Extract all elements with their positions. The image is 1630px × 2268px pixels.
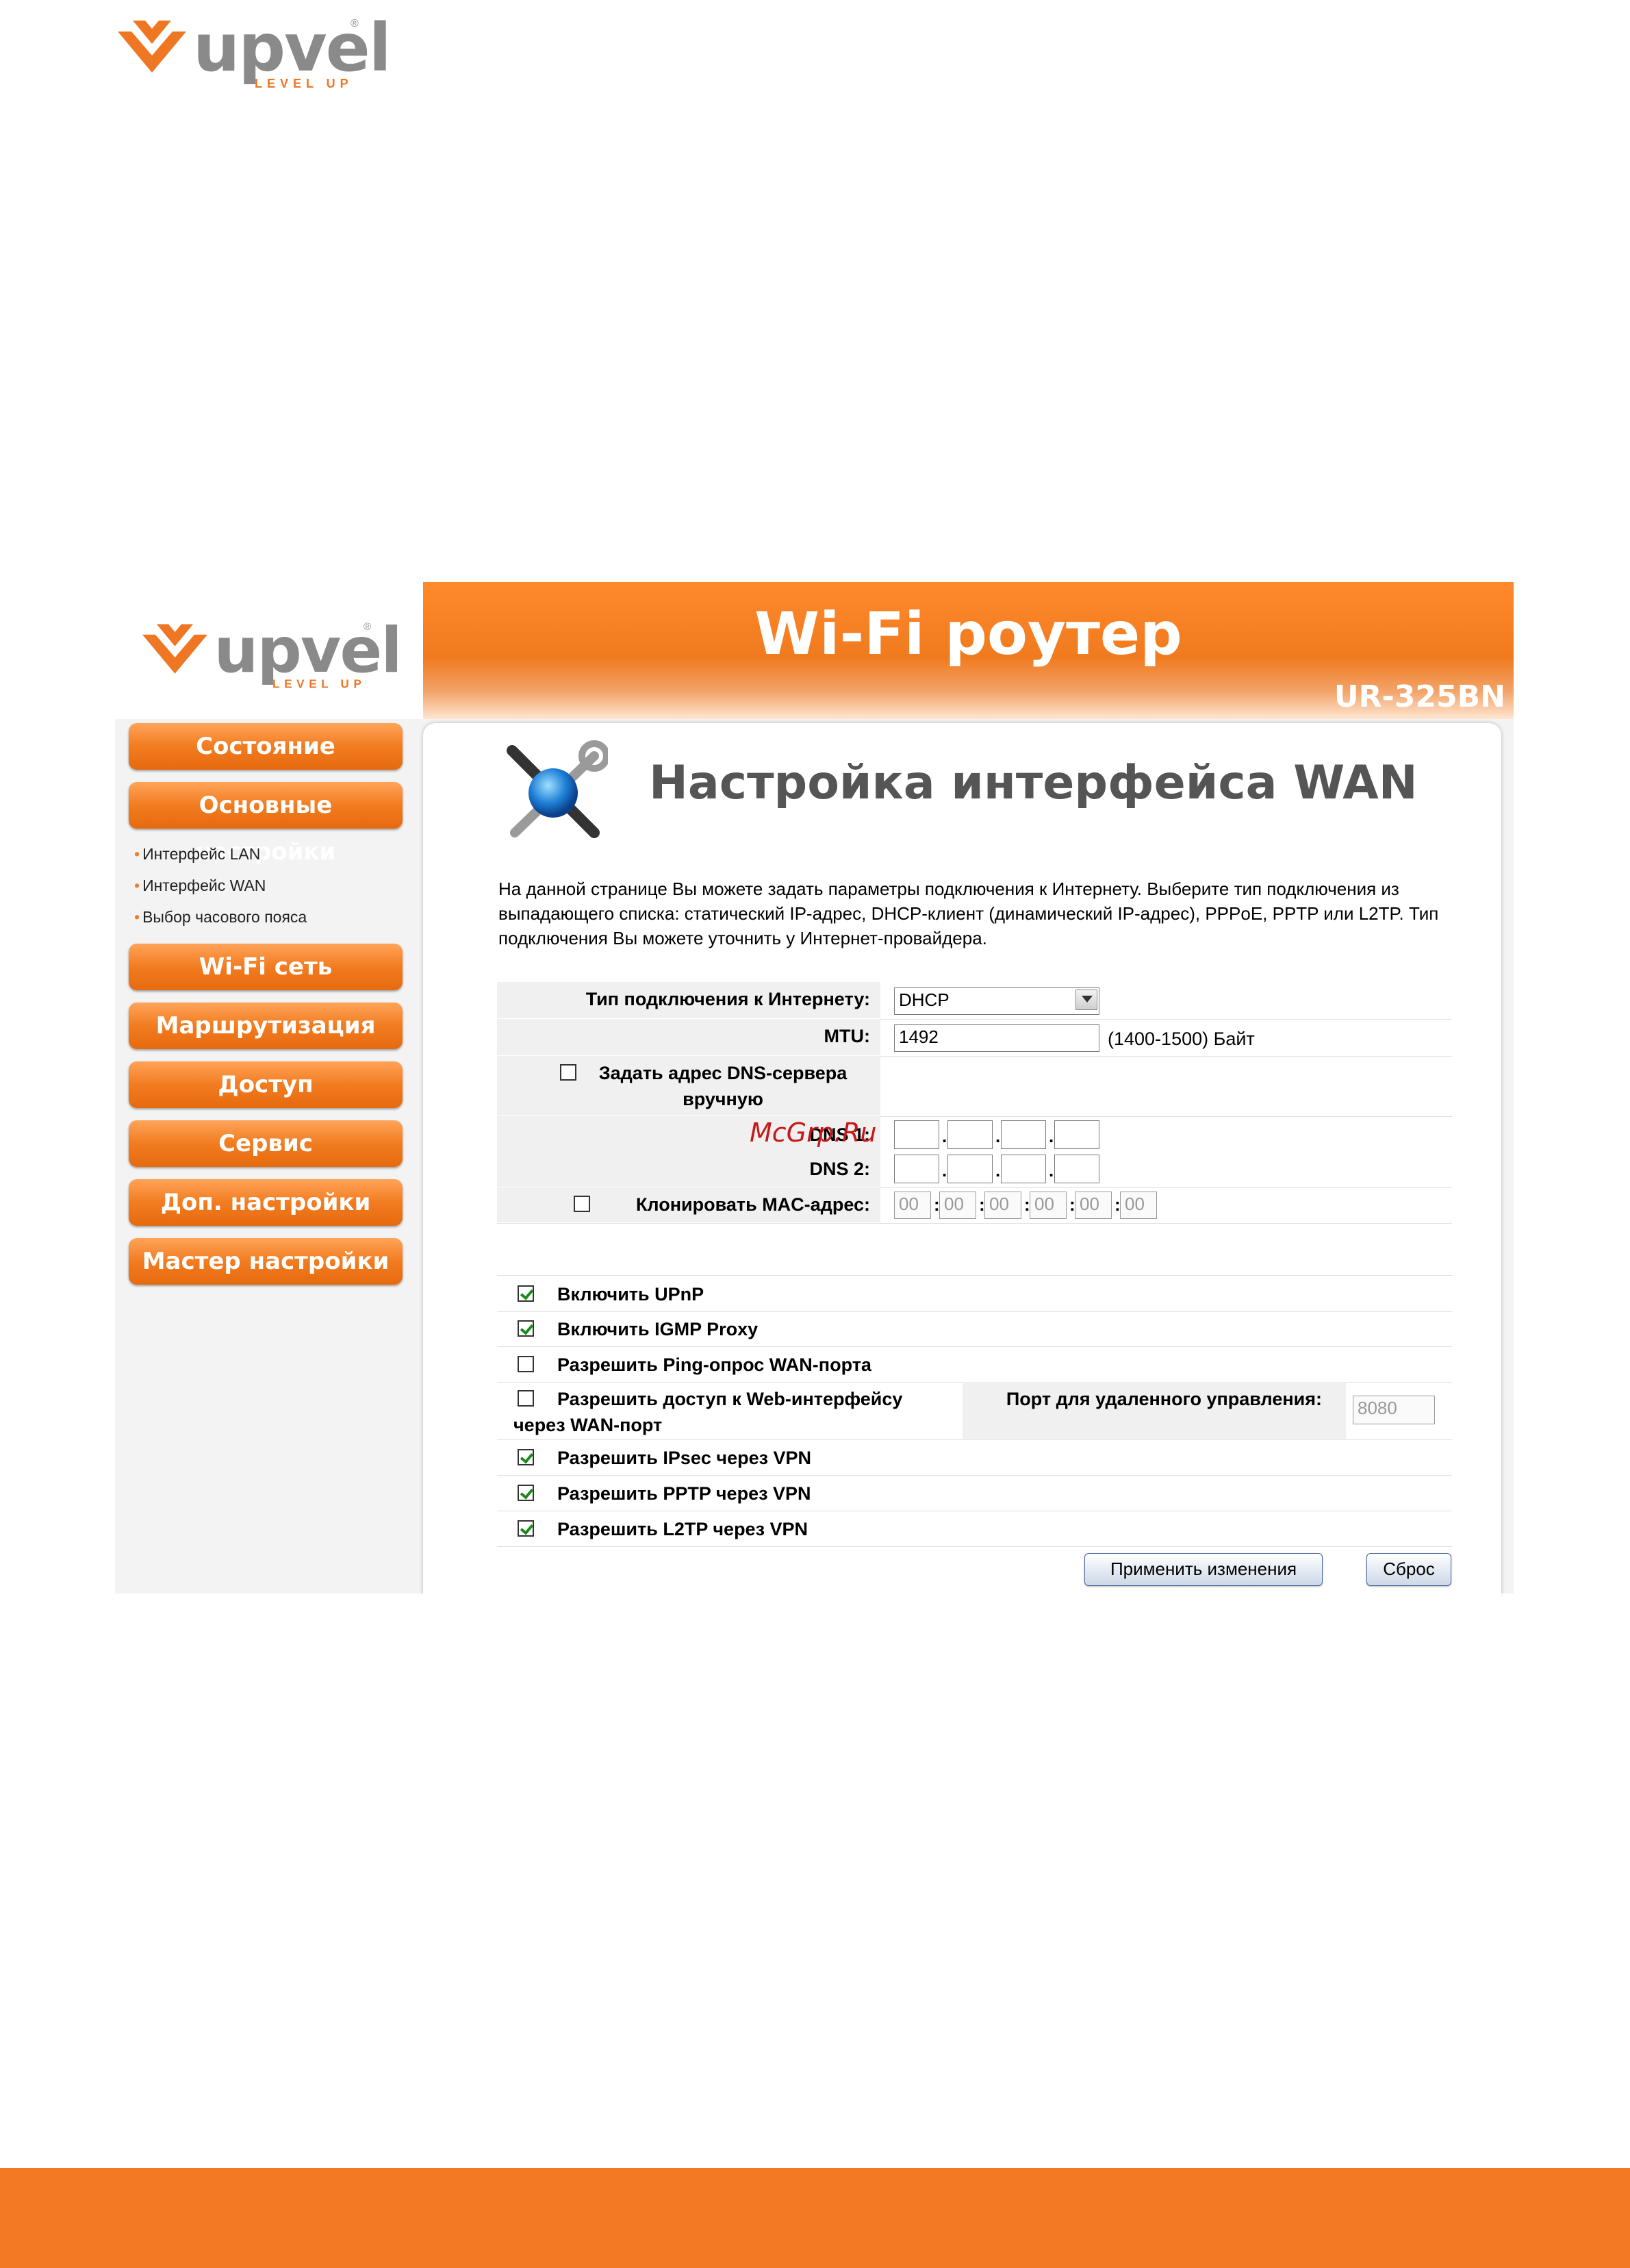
page-description: На данной странице Вы можете задать пара… bbox=[498, 879, 1439, 948]
header-model: UR-325BN bbox=[1334, 679, 1505, 714]
option-label: Разрешить доступ к Web-интерфейсу через … bbox=[513, 1389, 903, 1435]
nav-access[interactable]: Доступ bbox=[129, 1061, 403, 1108]
chevron-down-icon[interactable] bbox=[1075, 990, 1097, 1010]
option-label: Включить UPnP bbox=[557, 1284, 704, 1305]
logo-wordmark: upvel bbox=[193, 10, 392, 86]
footer-bar bbox=[0, 2168, 1630, 2268]
header-banner: Wi-Fi роутер UR-325BN bbox=[423, 582, 1514, 719]
option-row-web-access: Разрешить доступ к Web-интерфейсу через … bbox=[497, 1382, 1452, 1440]
mtu-label: MTU: bbox=[824, 1026, 870, 1046]
clone-mac-label: Клонировать MAC-адрес: bbox=[635, 1194, 870, 1215]
dns-manual-checkbox[interactable] bbox=[560, 1064, 576, 1081]
upvel-chevron-icon bbox=[118, 21, 186, 73]
header-upvel-logo: upvel ® LEVEL UP bbox=[142, 614, 403, 691]
dns-manual-label: Задать адрес DNS-сервера вручную bbox=[598, 1063, 848, 1109]
ipsec-vpn-checkbox[interactable] bbox=[518, 1449, 534, 1465]
nav-basic-settings[interactable]: Основные настройки bbox=[129, 782, 403, 866]
option-label: Разрешить IPsec через VPN bbox=[557, 1448, 812, 1468]
pptp-vpn-checkbox[interactable] bbox=[518, 1485, 534, 1501]
reset-button[interactable]: Сброс bbox=[1366, 1553, 1451, 1586]
igmp-proxy-checkbox[interactable] bbox=[518, 1320, 534, 1337]
connection-type-label: Тип подключения к Интернету: bbox=[585, 989, 870, 1009]
row-clone-mac: Клонировать MAC-адрес: 00 : 00 : 00 : 00… bbox=[497, 1187, 1452, 1224]
dns2-octet-2[interactable] bbox=[947, 1155, 993, 1183]
dns2-label: DNS 2: bbox=[809, 1159, 870, 1179]
option-row: Включить UPnP bbox=[497, 1275, 1452, 1312]
option-label: Разрешить PPTP через VPN bbox=[557, 1483, 811, 1504]
nav-advanced[interactable]: Доп. настройки bbox=[129, 1179, 403, 1226]
option-label: Разрешить L2TP через VPN bbox=[557, 1519, 808, 1539]
page-title: Настройка интерфейса WAN bbox=[649, 756, 1418, 810]
remote-port-input[interactable]: 8080 bbox=[1353, 1396, 1435, 1424]
connection-type-select[interactable]: DHCP bbox=[894, 987, 1099, 1015]
main-panel: Настройка интерфейса WAN На данной стран… bbox=[423, 723, 1501, 1593]
dns2-octet-4[interactable] bbox=[1054, 1155, 1099, 1183]
option-label: Разрешить Ping-опрос WAN-порта bbox=[557, 1354, 871, 1375]
option-row: Включить IGMP Proxy bbox=[497, 1311, 1452, 1347]
ping-wan-checkbox[interactable] bbox=[518, 1356, 534, 1372]
dns2-octet-1[interactable] bbox=[894, 1155, 939, 1183]
dns1-octet-2[interactable] bbox=[947, 1120, 993, 1149]
tools-globe-icon bbox=[507, 740, 608, 838]
header-logo-area: upvel ® LEVEL UP bbox=[115, 582, 423, 719]
upvel-logo: upvel ® LEVEL UP bbox=[118, 10, 392, 90]
router-ui-screenshot: upvel ® LEVEL UP Wi-Fi роутер UR-325BN С… bbox=[115, 582, 1514, 1593]
mac-octet-4[interactable]: 00 bbox=[1030, 1192, 1067, 1219]
row-dns-manual: Задать адрес DNS-сервера вручную bbox=[497, 1056, 1452, 1117]
row-dns1: DNS 1: . . . bbox=[497, 1116, 1452, 1152]
nav-sub-lan[interactable]: • Интерфейс LAN bbox=[134, 845, 260, 864]
option-label: Включить IGMP Proxy bbox=[557, 1319, 759, 1339]
option-row: Разрешить Ping-опрос WAN-порта bbox=[497, 1346, 1452, 1383]
dns1-octet-4[interactable] bbox=[1054, 1120, 1099, 1149]
nav-sub-wan[interactable]: • Интерфейс WAN bbox=[134, 877, 266, 895]
mac-octet-1[interactable]: 00 bbox=[894, 1192, 931, 1219]
logo-wordmark: upvel bbox=[214, 614, 403, 687]
header-title: Wi-Fi роутер bbox=[754, 600, 1182, 668]
mac-octet-5[interactable]: 00 bbox=[1075, 1192, 1112, 1219]
option-row: Разрешить L2TP через VPN bbox=[497, 1511, 1452, 1547]
mtu-input[interactable]: 1492 bbox=[894, 1024, 1099, 1052]
l2tp-vpn-checkbox[interactable] bbox=[518, 1520, 534, 1537]
option-row: Разрешить PPTP через VPN bbox=[497, 1475, 1452, 1511]
dns1-octet-3[interactable] bbox=[1001, 1120, 1046, 1149]
dns1-octet-1[interactable] bbox=[894, 1120, 939, 1149]
mtu-hint: (1400-1500) Байт bbox=[1108, 1029, 1255, 1049]
option-row: Разрешить IPsec через VPN bbox=[497, 1439, 1452, 1476]
logo-registered-mark: ® bbox=[351, 18, 359, 29]
upnp-checkbox[interactable] bbox=[518, 1285, 534, 1302]
nav-routing[interactable]: Маршрутизация bbox=[129, 1003, 403, 1049]
watermark: McGrp.Ru bbox=[750, 1118, 877, 1148]
nav-wizard[interactable]: Мастер настройки bbox=[129, 1238, 403, 1285]
dns2-octet-3[interactable] bbox=[1001, 1155, 1046, 1183]
upvel-chevron-icon bbox=[142, 624, 207, 674]
row-mtu: MTU: 1492 (1400-1500) Байт bbox=[497, 1019, 1452, 1057]
clone-mac-checkbox[interactable] bbox=[574, 1196, 590, 1212]
mac-octet-3[interactable]: 00 bbox=[984, 1192, 1021, 1219]
nav-status[interactable]: Состояние bbox=[129, 723, 403, 770]
logo-tagline: LEVEL UP bbox=[272, 677, 366, 691]
remote-port-label: Порт для удаленного управления: bbox=[1006, 1389, 1322, 1409]
logo-tagline: LEVEL UP bbox=[255, 77, 353, 90]
nav-sub-timezone[interactable]: • Выбор часового пояса bbox=[134, 908, 307, 927]
nav-wifi[interactable]: Wi-Fi сеть bbox=[129, 944, 403, 990]
row-dns2: DNS 2: . . . bbox=[497, 1152, 1452, 1188]
mac-octet-2[interactable]: 00 bbox=[939, 1192, 976, 1219]
logo-registered-mark: ® bbox=[364, 621, 372, 633]
row-connection-type: Тип подключения к Интернету: DHCP bbox=[497, 982, 1452, 1020]
apply-button[interactable]: Применить изменения bbox=[1084, 1553, 1323, 1586]
nav-service[interactable]: Сервис bbox=[129, 1120, 403, 1167]
mac-octet-6[interactable]: 00 bbox=[1120, 1192, 1157, 1219]
